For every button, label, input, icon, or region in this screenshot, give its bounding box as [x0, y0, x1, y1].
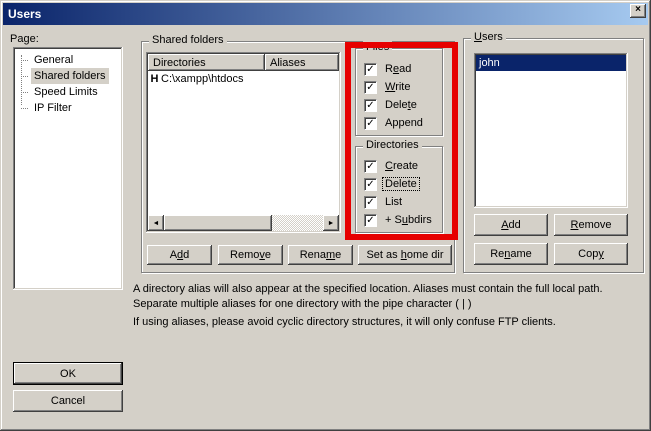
append-label: Append: [383, 117, 425, 129]
cyclic-note: If using aliases, please avoid cyclic di…: [133, 315, 638, 330]
user-add-button[interactable]: Add: [474, 214, 548, 236]
checkbox-row-delete-dirs: ✓ Delete: [356, 175, 442, 193]
sidebar-item-ip-filter[interactable]: IP Filter: [13, 100, 123, 116]
checkbox-row-subdirs: ✓ + Subdirs: [356, 211, 442, 229]
files-group-label: Files: [363, 41, 392, 53]
create-checkbox[interactable]: ✓: [364, 160, 377, 173]
folder-add-button[interactable]: Add: [147, 245, 212, 265]
shared-folders-group-label: Shared folders: [149, 34, 227, 46]
user-remove-button[interactable]: Remove: [554, 214, 628, 236]
write-checkbox[interactable]: ✓: [364, 81, 377, 94]
read-checkbox[interactable]: ✓: [364, 63, 377, 76]
list-label: List: [383, 196, 404, 208]
close-icon[interactable]: ×: [630, 4, 646, 18]
sidebar-item-speed-limits[interactable]: Speed Limits: [13, 84, 123, 100]
window-title: Users: [8, 7, 41, 21]
directories-permissions-group: Directories ✓ Create ✓ Delete ✓ List ✓ +…: [355, 146, 443, 233]
horizontal-scrollbar[interactable]: ◄ ►: [148, 215, 339, 231]
delete-files-label: Delete: [383, 99, 419, 111]
home-flag: H: [148, 73, 161, 85]
files-permissions-group: Files ✓ Read ✓ Write ✓ Delete ✓ Append: [355, 48, 443, 136]
titlebar[interactable]: Users: [3, 3, 648, 25]
sidebar-item-shared-folders[interactable]: Shared folders: [13, 68, 123, 84]
delete-dirs-label: Delete: [383, 178, 419, 190]
subdirs-checkbox[interactable]: ✓: [364, 214, 377, 227]
users-group-label: Users: [471, 31, 506, 43]
directory-row[interactable]: H C:\xampp\htdocs: [148, 71, 339, 86]
cancel-button[interactable]: Cancel: [13, 390, 123, 412]
append-checkbox[interactable]: ✓: [364, 117, 377, 130]
alias-note: A directory alias will also appear at th…: [133, 282, 638, 312]
users-list: john: [474, 53, 628, 208]
write-label: Write: [383, 81, 412, 93]
delete-files-checkbox[interactable]: ✓: [364, 99, 377, 112]
checkbox-row-append: ✓ Append: [356, 114, 442, 132]
sidebar-item-label: IP Filter: [31, 100, 75, 116]
subdirs-label: + Subdirs: [383, 214, 434, 226]
page-list: General Shared folders Speed Limits IP F…: [13, 47, 123, 290]
folder-remove-button[interactable]: Remove: [218, 245, 283, 265]
set-home-dir-button[interactable]: Set as home dir: [358, 245, 452, 265]
checkbox-row-read: ✓ Read: [356, 60, 442, 78]
checkbox-row-create: ✓ Create: [356, 157, 442, 175]
directories-list: Directories Aliases H C:\xampp\htdocs ◄ …: [146, 52, 341, 233]
user-row-john[interactable]: john: [476, 55, 626, 71]
user-copy-button[interactable]: Copy: [554, 243, 628, 265]
sidebar-item-label: General: [31, 52, 76, 68]
page-label: Page:: [10, 33, 39, 45]
folder-rename-button[interactable]: Rename: [288, 245, 353, 265]
create-label: Create: [383, 160, 420, 172]
checkbox-row-write: ✓ Write: [356, 78, 442, 96]
read-label: Read: [383, 63, 413, 75]
sidebar-item-label: Speed Limits: [31, 84, 101, 100]
scroll-left-icon[interactable]: ◄: [148, 215, 164, 231]
checkbox-row-list: ✓ List: [356, 193, 442, 211]
user-rename-button[interactable]: Rename: [474, 243, 548, 265]
scrollbar-thumb[interactable]: [164, 215, 272, 231]
sidebar-item-label: Shared folders: [31, 68, 109, 84]
directory-path: C:\xampp\htdocs: [161, 73, 244, 85]
list-header: Directories Aliases: [148, 54, 339, 71]
ok-button[interactable]: OK: [13, 362, 123, 385]
users-dialog: Users × Page: General Shared folders Spe…: [0, 0, 651, 431]
sidebar-item-general[interactable]: General: [13, 52, 123, 68]
delete-dirs-checkbox[interactable]: ✓: [364, 178, 377, 191]
scroll-right-icon[interactable]: ►: [323, 215, 339, 231]
column-header-directories[interactable]: Directories: [148, 54, 265, 71]
list-checkbox[interactable]: ✓: [364, 196, 377, 209]
column-header-aliases[interactable]: Aliases: [265, 54, 339, 71]
directories-group-label: Directories: [363, 139, 422, 151]
checkbox-row-delete-files: ✓ Delete: [356, 96, 442, 114]
